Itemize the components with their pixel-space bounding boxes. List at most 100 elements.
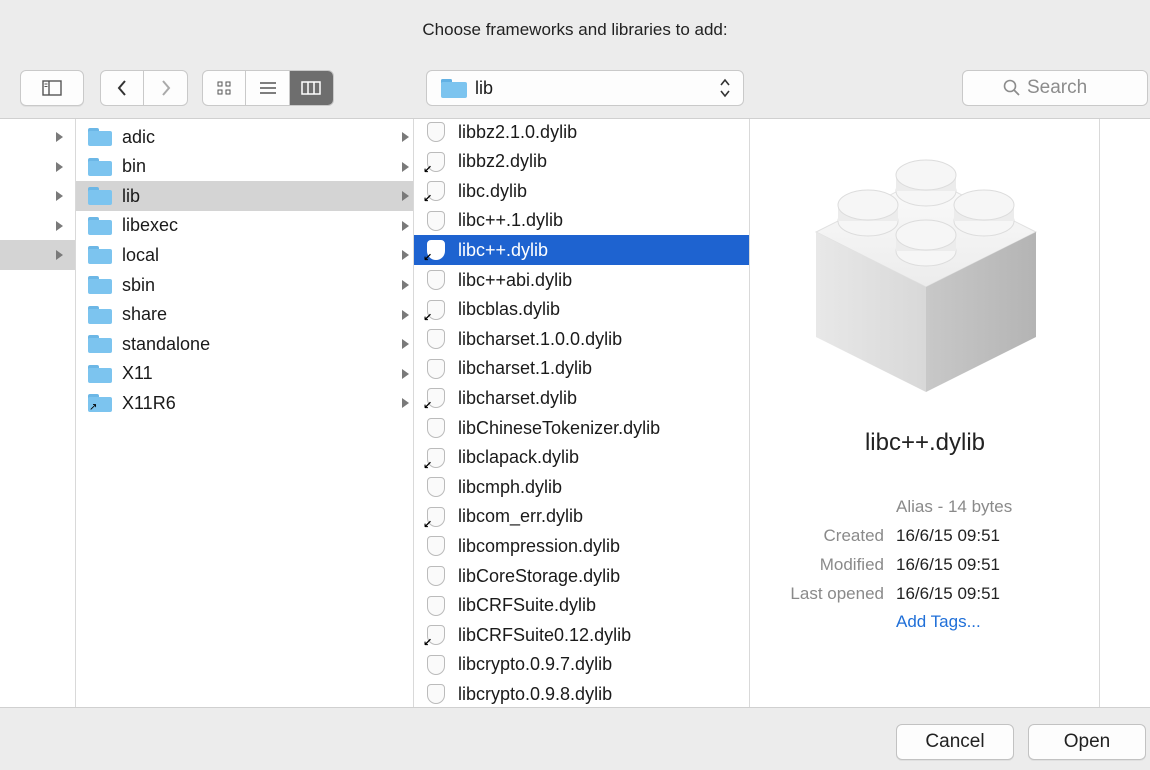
library-alias-icon: ↙ xyxy=(423,299,446,324)
last-opened-label: Last opened xyxy=(790,584,884,603)
library-row[interactable]: ↙ libCRFSuite0.12.dylib xyxy=(414,620,749,650)
library-name: libc++.1.dylib xyxy=(458,210,564,231)
folder-icon xyxy=(441,79,467,98)
column-view-button[interactable] xyxy=(289,71,333,105)
folder-name: X11R6 xyxy=(122,392,176,413)
icon-view-button[interactable] xyxy=(203,71,247,105)
folder-row[interactable]: ↗ X11R6 xyxy=(76,388,413,418)
list-view-button[interactable] xyxy=(246,71,290,105)
preview-kind: Alias - 14 bytes xyxy=(896,497,1013,516)
library-alias-icon: ↙ xyxy=(423,447,446,472)
library-name: libcrypto.0.9.7.dylib xyxy=(458,654,613,675)
folder-row[interactable]: local xyxy=(76,240,413,270)
back-button[interactable] xyxy=(101,71,145,105)
library-row[interactable]: libc++.1.dylib xyxy=(414,206,749,236)
library-name: libc++.dylib xyxy=(458,239,549,260)
library-name: libcharset.1.dylib xyxy=(458,358,593,379)
folder-icon xyxy=(88,128,112,146)
search-input[interactable] xyxy=(1027,77,1107,99)
add-tags-link[interactable]: Add Tags... xyxy=(896,612,981,632)
disclosure-arrow-icon xyxy=(402,309,409,320)
library-row[interactable]: libcrypto.0.9.7.dylib xyxy=(414,650,749,680)
folder-icon xyxy=(88,364,112,383)
library-row[interactable]: libcharset.1.dylib xyxy=(414,354,749,384)
library-row[interactable]: libChineseTokenizer.dylib xyxy=(414,413,749,443)
selected-row-highlight xyxy=(0,240,75,271)
folder-row[interactable]: bin xyxy=(76,152,413,182)
library-name: libcharset.1.0.0.dylib xyxy=(458,328,623,349)
path-popup-label: lib xyxy=(475,77,494,98)
library-name: libcompression.dylib xyxy=(458,535,621,556)
folder-column[interactable]: adic bin lib libexec local sbin share standalon… xyxy=(76,119,414,707)
library-row[interactable]: libcompression.dylib xyxy=(414,531,749,561)
library-row[interactable]: ↙ libc++.dylib xyxy=(414,235,749,266)
disclosure-arrow-icon[interactable] xyxy=(56,161,63,172)
folder-row[interactable]: adic xyxy=(76,122,413,152)
folder-name: adic xyxy=(122,126,156,147)
library-icon xyxy=(426,565,446,587)
path-popup[interactable]: lib xyxy=(426,70,744,106)
dialog-footer: Cancel Open xyxy=(0,708,1150,770)
search-icon xyxy=(1003,79,1020,96)
library-name: libbz2.1.0.dylib xyxy=(458,121,578,142)
folder-icon xyxy=(88,276,112,294)
library-name: libcom_err.dylib xyxy=(458,506,584,527)
library-name: libcmph.dylib xyxy=(458,476,563,497)
disclosure-arrow-icon[interactable] xyxy=(56,132,63,142)
library-row[interactable]: libcharset.1.0.0.dylib xyxy=(414,324,749,354)
library-name: libc++abi.dylib xyxy=(458,269,573,290)
toolbar: lib xyxy=(0,62,1150,118)
library-row[interactable]: libCRFSuite.dylib xyxy=(414,591,749,621)
folder-row[interactable]: standalone xyxy=(76,329,413,359)
library-icon xyxy=(426,328,446,350)
columns-icon xyxy=(301,81,322,95)
library-alias-icon: ↙ xyxy=(423,239,446,264)
library-name: libc.dylib xyxy=(458,180,528,201)
library-row[interactable]: ↙ libclapack.dylib xyxy=(414,443,749,473)
library-row[interactable]: ↙ libc.dylib xyxy=(414,176,749,206)
disclosure-arrow-icon[interactable] xyxy=(56,220,63,231)
open-button[interactable]: Open xyxy=(1028,724,1146,760)
folder-name: bin xyxy=(122,156,147,177)
library-row[interactable]: libCoreStorage.dylib xyxy=(414,561,749,591)
library-row[interactable]: ↙ libcom_err.dylib xyxy=(414,502,749,532)
library-column[interactable]: libbz2.1.0.dylib ↙ libbz2.dylib ↙ libc.dylib… xyxy=(414,119,750,707)
cancel-button[interactable]: Cancel xyxy=(896,724,1014,760)
library-icon xyxy=(426,535,446,557)
library-name: libChineseTokenizer.dylib xyxy=(458,417,661,438)
folder-icon xyxy=(88,187,112,206)
sidebar-icon xyxy=(42,80,62,96)
library-name: libbz2.dylib xyxy=(458,151,548,172)
disclosure-arrow-icon xyxy=(402,220,409,231)
library-row[interactable]: ↙ libcharset.dylib xyxy=(414,383,749,413)
root-column[interactable] xyxy=(0,119,76,707)
library-row[interactable]: ↙ libbz2.dylib xyxy=(414,147,749,177)
created-value: 16/6/15 09:51 xyxy=(896,526,1000,545)
library-row[interactable]: libcmph.dylib xyxy=(414,472,749,502)
library-row[interactable]: libc++abi.dylib xyxy=(414,265,749,295)
folder-row[interactable]: libexec xyxy=(76,211,413,241)
modified-value: 16/6/15 09:51 xyxy=(896,555,1000,574)
library-icon xyxy=(426,417,446,439)
empty-column xyxy=(1100,119,1150,707)
sidebar-toggle-button[interactable] xyxy=(20,70,84,106)
folder-icon xyxy=(88,305,112,324)
library-row[interactable]: ↙ libcblas.dylib xyxy=(414,295,749,325)
folder-row[interactable]: sbin xyxy=(76,270,413,300)
forward-button[interactable] xyxy=(144,71,187,105)
library-alias-icon: ↙ xyxy=(423,624,446,649)
library-row[interactable]: libcrypto.0.9.8.dylib xyxy=(414,679,749,707)
disclosure-arrow-icon[interactable] xyxy=(56,191,63,202)
chevron-right-icon xyxy=(161,80,170,96)
folder-row[interactable]: lib xyxy=(76,181,413,212)
disclosure-arrow-icon[interactable] xyxy=(56,250,63,261)
library-row[interactable]: libbz2.1.0.dylib xyxy=(414,119,749,147)
folder-row[interactable]: X11 xyxy=(76,359,413,389)
library-name: libclapack.dylib xyxy=(458,447,580,468)
folder-row[interactable]: share xyxy=(76,300,413,330)
dialog-title: Choose frameworks and libraries to add: xyxy=(422,20,728,39)
library-name: libcblas.dylib xyxy=(458,299,561,320)
library-icon xyxy=(426,595,446,617)
search-field[interactable] xyxy=(962,70,1148,106)
disclosure-arrow-icon xyxy=(402,398,409,409)
